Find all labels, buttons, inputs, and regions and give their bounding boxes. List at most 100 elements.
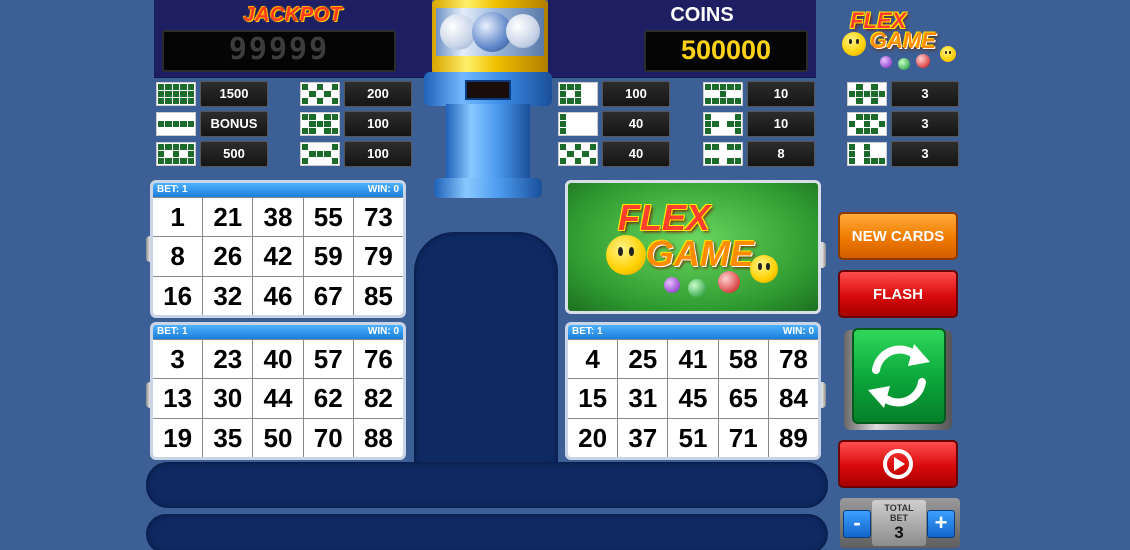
autoplay-icon [883,449,913,479]
card-number-cell: 37 [618,418,668,457]
card-number-grid: 4 25 41 58 78 15 31 45 65 84 20 37 51 71 89 [568,339,818,457]
flash-button[interactable]: FLASH [838,270,958,318]
card-number-cell: 50 [253,418,303,457]
autoplay-button[interactable] [838,440,958,488]
pattern-icon [847,112,887,136]
card-number-cell: 89 [768,418,818,457]
pattern-payout: 1500 [200,81,268,107]
pattern-payout: 40 [602,111,670,137]
total-bet-label-2: BET [890,513,908,523]
jackpot-value: 99999 [162,30,396,72]
pattern-payout: 10 [747,111,815,137]
card-number-cell: 15 [568,379,618,418]
bingo-card-1[interactable]: BET: 1 WIN: 0 1 21 38 55 73 8 26 42 59 79 16 32 46 67… [150,180,406,318]
card-number-cell: 41 [668,340,718,379]
pattern-icon [156,112,196,136]
card-bet: BET: 1 [157,326,188,337]
card-win: WIN: 0 [367,326,399,337]
bet-increase-button[interactable]: + [927,510,955,538]
gem-purple-icon [664,277,680,293]
card-number-cell: 78 [768,340,818,379]
pattern-icon [703,142,743,166]
card-number-cell: 3 [153,340,203,379]
pattern-payout: 8 [747,141,815,167]
pattern-payout: 3 [891,111,959,137]
total-bet-value: 3 [894,523,904,542]
card-number-cell: 21 [203,198,253,237]
card-number-cell: 71 [718,418,768,457]
ball-icon [440,14,476,50]
card-number-cell: 44 [253,379,303,418]
card-number-grid: 3 23 40 57 76 13 30 44 62 82 19 35 50 70 88 [153,339,403,457]
card-number-cell: 65 [718,379,768,418]
card-number-cell: 79 [353,237,403,276]
card-number-cell: 85 [353,276,403,315]
card-header: BET: 1 WIN: 0 [568,325,818,339]
card-number-cell: 62 [303,379,353,418]
card-number-cell: 30 [203,379,253,418]
card-number-cell: 13 [153,379,203,418]
card-number-cell: 45 [668,379,718,418]
card-number-cell: 73 [353,198,403,237]
card-number-cell: 42 [253,237,303,276]
pattern-payout: 100 [344,111,412,137]
card-number-cell: 19 [153,418,203,457]
pattern-icon [847,82,887,106]
coins-value: 500000 [644,30,808,72]
gem-green-icon [688,279,706,297]
card-win: WIN: 0 [782,326,814,337]
card-number-cell: 67 [303,276,353,315]
card-number-cell: 1 [153,198,203,237]
coins-label: COINS [670,4,734,26]
pattern-payout: 100 [602,81,670,107]
card-number-cell: 46 [253,276,303,315]
ball-pipe-body [446,104,530,182]
pattern-icon [156,82,196,106]
card-number-cell: 38 [253,198,303,237]
pattern-icon [558,112,598,136]
card-number-cell: 55 [303,198,353,237]
pattern-payout: 200 [344,81,412,107]
pattern-icon [558,82,598,106]
jackpot-panel: JACKPOT 99999 [154,0,432,78]
card-number-cell: 59 [303,237,353,276]
card-number-cell: 20 [568,418,618,457]
card-number-cell: 23 [203,340,253,379]
card-number-cell: 4 [568,340,618,379]
card-number-grid: 1 21 38 55 73 8 26 42 59 79 16 32 46 67 85 [153,197,403,315]
smiley-icon [750,255,778,283]
pattern-icon [156,142,196,166]
play-button[interactable] [852,328,946,424]
card-number-cell: 31 [618,379,668,418]
total-bet-display: TOTAL BET 3 [872,500,926,546]
ball-pipe-base [434,178,542,198]
pattern-payout: 3 [891,81,959,107]
jackpot-label: JACKPOT [243,4,343,26]
card-number-cell: 82 [353,379,403,418]
pattern-icon [558,142,598,166]
pattern-payout: 10 [747,81,815,107]
smiley-icon [940,46,956,62]
gem-red-icon [718,271,740,293]
gem-purple-icon [880,56,892,68]
bingo-card-3[interactable]: BET: 1 WIN: 0 4 25 41 58 78 15 31 45 65 84 20 37 51 7… [565,322,821,460]
card-number-cell: 32 [203,276,253,315]
card-number-cell: 26 [203,237,253,276]
card-bet: BET: 1 [572,326,603,337]
coins-panel: COINS 500000 [548,0,816,78]
ball-pipe-slot [465,80,511,100]
bet-decrease-button[interactable]: - [843,510,871,538]
card-number-cell: 16 [153,276,203,315]
pattern-payout: 100 [344,141,412,167]
gem-red-icon [916,54,930,68]
card-number-cell: 57 [303,340,353,379]
bingo-card-2[interactable]: BET: 1 WIN: 0 3 23 40 57 76 13 30 44 62 82 19 35 50 7… [150,322,406,460]
pattern-icon [300,82,340,106]
card-number-cell: 88 [353,418,403,457]
pattern-payout: 40 [602,141,670,167]
card-bet: BET: 1 [157,184,188,195]
card-number-cell: 40 [253,340,303,379]
card-win: WIN: 0 [367,184,399,195]
gem-green-icon [898,58,910,70]
new-cards-button[interactable]: NEW CARDS [838,212,958,260]
